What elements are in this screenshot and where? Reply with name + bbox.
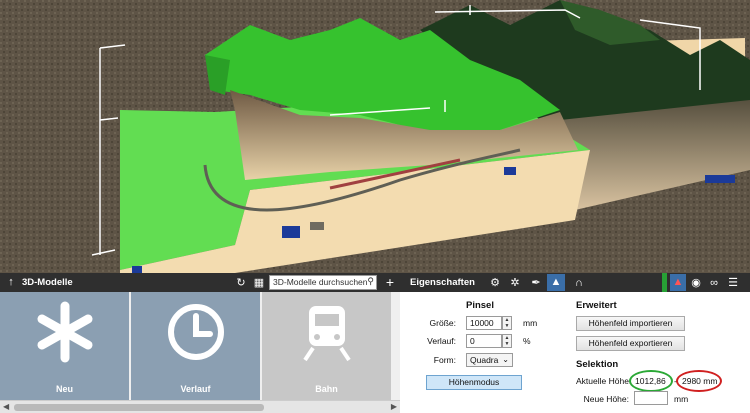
tile-verlauf[interactable]: Verlauf (131, 292, 260, 400)
scroll-left-icon[interactable]: ◀ (3, 402, 9, 411)
gear-icon[interactable]: ⚙ (487, 275, 503, 291)
clock-icon (168, 304, 224, 360)
refresh-icon[interactable]: ↻ (233, 275, 249, 291)
hoehenmodus-button[interactable]: Höhenmodus (426, 375, 522, 390)
groesse-label: Größe: (429, 318, 456, 328)
link-icon[interactable]: ∞ (706, 275, 722, 291)
asterisk-icon (37, 301, 93, 363)
selektion-heading: Selektion (576, 359, 619, 370)
verlauf-input[interactable]: 0 (466, 334, 502, 348)
properties-panel-title: Eigenschaften (410, 277, 475, 288)
pin-icon[interactable]: ▲ (670, 274, 686, 291)
neue-hoehe-unit: mm (674, 394, 689, 404)
groesse-stepper[interactable]: ▲ ▼ (502, 316, 512, 330)
add-icon[interactable]: + (382, 274, 398, 290)
terrain-icon[interactable]: ▲ (547, 274, 565, 291)
aktuelle-hoehe-label: Aktuelle Höhe: (576, 376, 632, 386)
train-icon (303, 306, 351, 362)
groesse-unit: mm (523, 318, 538, 328)
scrollbar-thumb[interactable] (14, 404, 264, 411)
eye-icon[interactable]: ◉ (688, 275, 704, 291)
hoehenfeld-import-button[interactable]: Höhenfeld importieren (576, 316, 685, 331)
hoehenfeld-export-button[interactable]: Höhenfeld exportieren (576, 336, 685, 351)
layout-scene (0, 0, 750, 273)
groesse-input[interactable]: 10000 (466, 316, 502, 330)
brush-icon[interactable]: ✒ (528, 275, 544, 291)
pinsel-heading: Pinsel (466, 300, 494, 311)
arrow-up-icon[interactable]: ↑ (3, 275, 19, 291)
tile-neu[interactable]: Neu (0, 292, 129, 400)
3d-viewport[interactable] (0, 0, 750, 273)
form-select[interactable]: Quadra ⌄ (466, 353, 513, 367)
models-search-input[interactable]: 3D-Modelle durchsuchen ⚲ (269, 275, 377, 290)
highlight-ring-green (629, 370, 673, 392)
models-library: Neu Verlauf Bahn (0, 292, 400, 413)
tile-label: Bahn (315, 384, 338, 394)
form-label: Form: (433, 355, 456, 365)
status-indicator-green (662, 273, 667, 292)
tile-label: Verlauf (180, 384, 211, 394)
chevron-down-icon: ⌄ (502, 355, 509, 364)
tile-label: Neu (55, 384, 73, 394)
grid-view-icon[interactable]: ▦ (251, 275, 267, 291)
tile-bahn[interactable]: Bahn (262, 292, 391, 400)
axes-icon[interactable]: ✲ (507, 275, 523, 291)
tunnel-icon[interactable]: ∩ (571, 275, 587, 291)
search-placeholder: 3D-Modelle durchsuchen (273, 277, 368, 287)
verlauf-stepper[interactable]: ▲ ▼ (502, 334, 512, 348)
erweitert-heading: Erweitert (576, 300, 617, 311)
verlauf-unit: % (523, 336, 531, 346)
search-icon: ⚲ (367, 276, 374, 286)
form-select-value: Quadra (470, 355, 499, 365)
scroll-right-icon[interactable]: ▶ (391, 402, 397, 411)
verlauf-label: Verlauf: (427, 336, 456, 346)
highlight-ring-red (676, 370, 722, 392)
properties-panel: Pinsel Größe: 10000 ▲ ▼ mm Verlauf: 0 ▲ ▼ … (400, 292, 750, 413)
models-toolbar: ↑ 3D-Modelle ↻ ▦ 3D-Modelle durchsuchen … (0, 273, 400, 292)
neue-hoehe-label: Neue Höhe: (583, 394, 629, 404)
menu-icon[interactable]: ☰ (725, 275, 741, 291)
neue-hoehe-input[interactable] (634, 391, 668, 405)
properties-toolbar: Eigenschaften ⚙ ✲ ✒ ▲ ∩ ▲ ◉ ∞ ☰ (400, 273, 750, 292)
library-scrollbar[interactable]: ◀ ▶ (0, 400, 400, 413)
models-panel-title: 3D-Modelle (22, 277, 73, 288)
